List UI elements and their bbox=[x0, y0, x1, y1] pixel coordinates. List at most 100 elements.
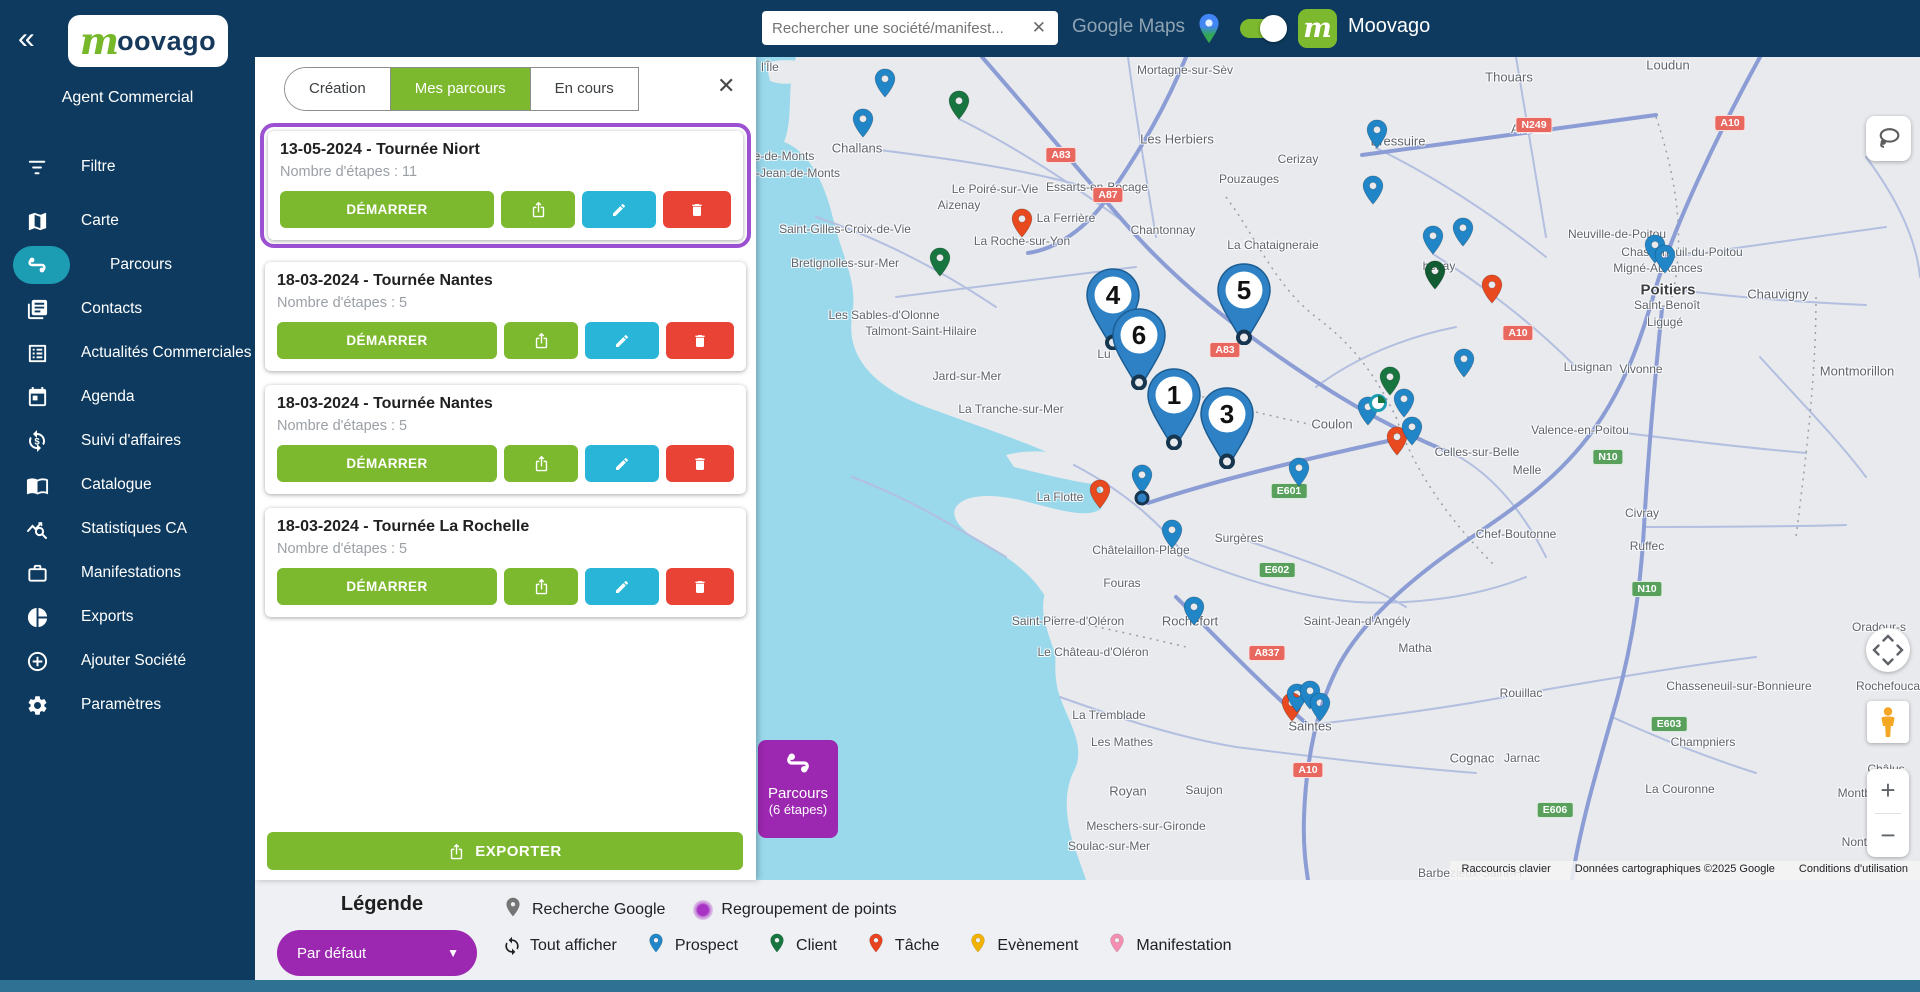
map-pin-blue[interactable] bbox=[1356, 173, 1390, 212]
map-pin-blue[interactable] bbox=[1447, 346, 1481, 385]
map-pin-blue[interactable] bbox=[1446, 215, 1480, 254]
logo-m: m bbox=[80, 23, 119, 60]
map-canvas[interactable]: l'Îlee-de-Montsnt-Jean-de-MontsChallansS… bbox=[756, 57, 1920, 880]
sidebar-item-contacts[interactable]: Contacts bbox=[0, 289, 255, 329]
edit-route-button[interactable] bbox=[582, 191, 656, 228]
map-pin-blue[interactable] bbox=[1360, 117, 1394, 156]
legend-item-label: Prospect bbox=[675, 937, 738, 955]
sidebar-item-label: Ajouter Société bbox=[81, 652, 186, 670]
close-panel-icon[interactable]: ✕ bbox=[717, 75, 735, 97]
zoom-out-button[interactable]: − bbox=[1867, 814, 1909, 858]
map-pin-blue[interactable] bbox=[1282, 455, 1316, 494]
keyboard-shortcuts-link[interactable]: Raccourcis clavier bbox=[1450, 861, 1563, 880]
sidebar-item-label: Suivi d'affaires bbox=[81, 432, 181, 450]
cluster-pie-marker[interactable] bbox=[1368, 393, 1388, 418]
edit-route-button[interactable] bbox=[585, 445, 659, 482]
cluster-icon bbox=[693, 900, 713, 920]
lasso-select-button[interactable] bbox=[1866, 116, 1911, 161]
sidebar-item-label: Contacts bbox=[81, 300, 142, 318]
route-step-marker-3[interactable]: 3 bbox=[1199, 387, 1255, 474]
map-pin-blue[interactable] bbox=[1177, 594, 1211, 633]
route-card[interactable]: 18-03-2024 - Tournée Nantes Nombre d'éta… bbox=[265, 385, 746, 494]
sidebar-item-suivi-daffaires[interactable]: $Suivi d'affaires bbox=[0, 421, 255, 461]
parcours-map-badge[interactable]: Parcours (6 étapes) bbox=[758, 740, 838, 838]
legend-item-manifestation[interactable]: Manifestation bbox=[1106, 932, 1231, 959]
start-route-button[interactable]: DÉMARRER bbox=[277, 445, 497, 482]
map-pan-control[interactable] bbox=[1866, 628, 1910, 672]
export-button[interactable]: EXPORTER bbox=[267, 832, 743, 870]
edit-route-button[interactable] bbox=[585, 568, 659, 605]
share-route-button[interactable] bbox=[504, 322, 578, 359]
edit-route-button[interactable] bbox=[585, 322, 659, 359]
sidebar-item-statistiques-ca[interactable]: Statistiques CA bbox=[0, 509, 255, 549]
map-dot-marker[interactable] bbox=[1134, 490, 1150, 511]
pegman-streetview[interactable] bbox=[1867, 701, 1909, 743]
delete-route-button[interactable] bbox=[666, 322, 734, 359]
route-step-marker-5[interactable]: 5 bbox=[1216, 263, 1272, 350]
sidebar-item-parcours[interactable]: Parcours bbox=[0, 245, 255, 285]
start-route-button[interactable]: DÉMARRER bbox=[277, 322, 497, 359]
stats-icon bbox=[24, 516, 50, 542]
map-pin-blue[interactable] bbox=[868, 66, 902, 105]
route-card[interactable]: 18-03-2024 - Tournée La Rochelle Nombre … bbox=[265, 508, 746, 617]
map-pin-orange[interactable] bbox=[1083, 477, 1117, 516]
map-pin-green[interactable] bbox=[923, 245, 957, 284]
map-pin-green[interactable] bbox=[942, 88, 976, 127]
map-pin-orange[interactable] bbox=[1005, 206, 1039, 245]
legend-item-label: Client bbox=[796, 937, 837, 955]
delete-route-button[interactable] bbox=[666, 445, 734, 482]
collapse-sidebar-icon[interactable]: « bbox=[18, 24, 35, 54]
share-icon bbox=[448, 843, 465, 860]
share-route-button[interactable] bbox=[504, 445, 578, 482]
map-pin-blue[interactable] bbox=[1395, 414, 1429, 453]
share-route-button[interactable] bbox=[504, 568, 578, 605]
brand-name: Moovago bbox=[1348, 15, 1430, 38]
route-title: 18-03-2024 - Tournée Nantes bbox=[277, 395, 734, 413]
search-clear-icon[interactable]: ✕ bbox=[1030, 18, 1048, 38]
legend-item-evenement[interactable]: Evènement bbox=[967, 932, 1078, 959]
legend-item-tout-afficher[interactable]: Tout afficher bbox=[502, 936, 617, 956]
sidebar-item-agenda[interactable]: Agenda bbox=[0, 377, 255, 417]
sidebar-item-carte[interactable]: Carte bbox=[0, 201, 255, 241]
pencil-icon bbox=[614, 456, 630, 472]
start-route-button[interactable]: DÉMARRER bbox=[277, 568, 497, 605]
zoom-in-button[interactable]: + bbox=[1867, 769, 1909, 813]
legend-item-regroupement-de-points[interactable]: Regroupement de points bbox=[693, 900, 896, 920]
map-pin-orange[interactable] bbox=[1475, 272, 1509, 311]
legend-item-tache[interactable]: Tâche bbox=[865, 932, 939, 959]
sidebar-item-actualites-commerciales[interactable]: Actualités Commerciales bbox=[0, 333, 255, 373]
legend-item-client[interactable]: Client bbox=[766, 932, 837, 959]
sidebar-item-filtre[interactable]: Filtre bbox=[0, 147, 255, 187]
pin-gray-icon bbox=[502, 896, 524, 923]
map-pin-blue[interactable] bbox=[1155, 517, 1189, 556]
search-input[interactable] bbox=[772, 20, 1030, 37]
map-pin-blue[interactable] bbox=[1303, 690, 1337, 729]
map-pin-blue[interactable] bbox=[1416, 223, 1450, 262]
tab-en-cours[interactable]: En cours bbox=[531, 68, 638, 110]
map-pin-darkgreen[interactable] bbox=[1418, 258, 1452, 297]
terms-link[interactable]: Conditions d'utilisation bbox=[1787, 861, 1920, 880]
start-route-button[interactable]: DÉMARRER bbox=[280, 191, 494, 228]
map-pin-blue[interactable] bbox=[1648, 242, 1682, 281]
sidebar-item-exports[interactable]: Exports bbox=[0, 597, 255, 637]
share-route-button[interactable] bbox=[501, 191, 575, 228]
delete-route-button[interactable] bbox=[663, 191, 731, 228]
tab-mes-parcours[interactable]: Mes parcours bbox=[391, 68, 531, 110]
sidebar-item-manifestations[interactable]: Manifestations bbox=[0, 553, 255, 593]
tab-creation[interactable]: Création bbox=[285, 68, 391, 110]
legend-item-prospect[interactable]: Prospect bbox=[645, 932, 738, 959]
map-provider-toggle[interactable] bbox=[1240, 19, 1284, 38]
pin-yellow-icon bbox=[967, 932, 989, 959]
sidebar-item-catalogue[interactable]: Catalogue bbox=[0, 465, 255, 505]
route-step-marker-1[interactable]: 1 bbox=[1146, 368, 1202, 455]
map-pin-blue[interactable] bbox=[846, 106, 880, 145]
bottom-strip bbox=[0, 980, 1920, 992]
legend-item-recherche-google[interactable]: Recherche Google bbox=[502, 896, 665, 923]
sidebar-item-ajouter-societe[interactable]: Ajouter Société bbox=[0, 641, 255, 681]
sidebar-item-parametres[interactable]: Paramètres bbox=[0, 685, 255, 725]
route-card[interactable]: 18-03-2024 - Tournée Nantes Nombre d'éta… bbox=[265, 262, 746, 371]
legend-filter-dropdown[interactable]: Par défaut ▼ bbox=[277, 930, 477, 976]
delete-route-button[interactable] bbox=[666, 568, 734, 605]
export-label: EXPORTER bbox=[475, 843, 562, 860]
route-card-highlighted[interactable]: 13-05-2024 - Tournée Niort Nombre d'étap… bbox=[260, 123, 751, 248]
